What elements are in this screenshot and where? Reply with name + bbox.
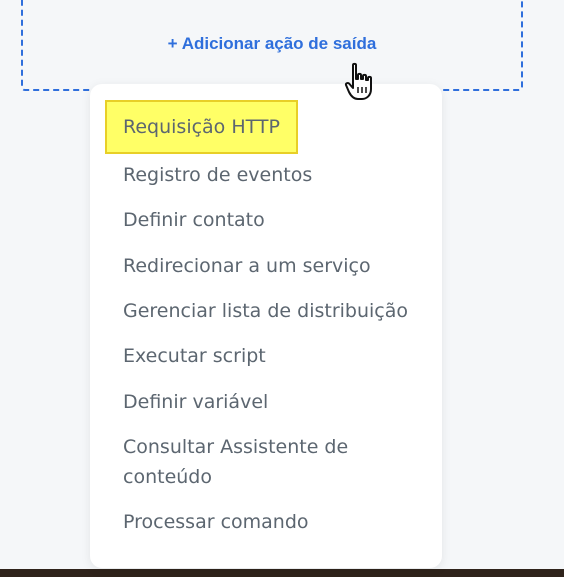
hand-pointer-icon: [344, 62, 372, 100]
add-output-action-link[interactable]: + Adicionar ação de saída: [23, 34, 521, 54]
bottom-bar: [0, 569, 564, 577]
menu-item-http-request[interactable]: Requisição HTTP: [105, 100, 298, 154]
menu-item-process-command[interactable]: Processar comando: [123, 507, 309, 537]
add-output-action-zone[interactable]: + Adicionar ação de saída: [21, 0, 523, 91]
menu-item-redirect-service[interactable]: Redirecionar a um serviço: [123, 251, 371, 281]
menu-item-set-contact[interactable]: Definir contato: [123, 205, 265, 235]
menu-item-event-log[interactable]: Registro de eventos: [123, 160, 312, 190]
menu-item-content-assistant-line2[interactable]: conteúdo: [123, 462, 212, 492]
output-action-menu: Requisição HTTP Registro de eventos Defi…: [90, 84, 442, 568]
menu-item-manage-distribution-list[interactable]: Gerenciar lista de distribuição: [123, 296, 408, 326]
menu-item-content-assistant[interactable]: Consultar Assistente de: [123, 432, 348, 462]
menu-item-execute-script[interactable]: Executar script: [123, 341, 266, 371]
menu-item-set-variable[interactable]: Definir variável: [123, 387, 268, 417]
